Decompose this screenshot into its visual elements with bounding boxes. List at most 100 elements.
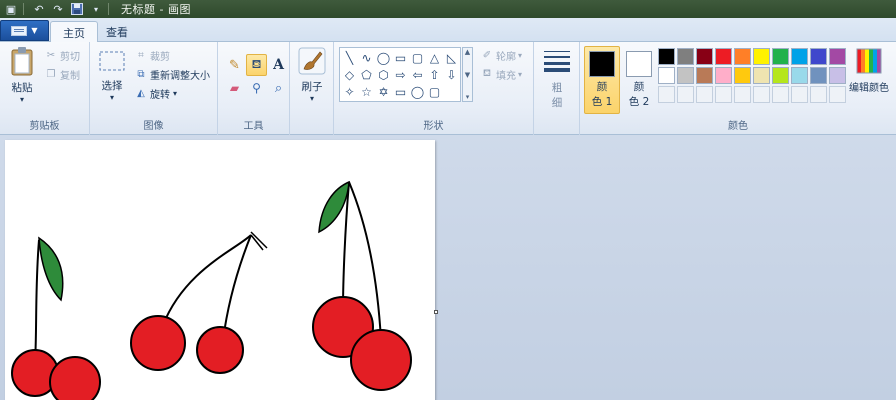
palette-swatch-rose[interactable] bbox=[715, 67, 732, 84]
tools-grid: ✎ ⛾ A ▰ ⚲ ⌕ bbox=[224, 54, 289, 99]
five-point-star-shape-icon[interactable]: ☆ bbox=[358, 83, 375, 100]
palette-swatch-custom[interactable] bbox=[753, 86, 770, 103]
save-icon[interactable] bbox=[69, 2, 85, 16]
chevron-up-icon[interactable]: ▲ bbox=[465, 48, 470, 56]
right-arrow-shape-icon[interactable]: ⇨ bbox=[392, 66, 409, 83]
group-brushes: 刷子 ▾ bbox=[290, 42, 334, 135]
line-thickness-icon bbox=[543, 48, 571, 72]
color2-button[interactable]: 颜 色 2 bbox=[621, 46, 657, 114]
color1-button[interactable]: 颜 色 1 bbox=[584, 46, 620, 114]
outline-button[interactable]: ✐ 轮廓 ▾ bbox=[480, 48, 522, 63]
palette-swatch-turquoise[interactable] bbox=[791, 48, 808, 65]
palette-swatch-blue-gray[interactable] bbox=[810, 67, 827, 84]
palette-swatch-indigo[interactable] bbox=[810, 48, 827, 65]
cherry-pair-right bbox=[312, 180, 412, 391]
palette-swatch-white[interactable] bbox=[658, 67, 675, 84]
palette-swatch-dark-red[interactable] bbox=[696, 48, 713, 65]
separator bbox=[108, 3, 109, 15]
pencil-icon[interactable]: ✎ bbox=[224, 54, 245, 76]
four-point-star-shape-icon[interactable]: ✧ bbox=[341, 83, 358, 100]
palette-swatch-red[interactable] bbox=[715, 48, 732, 65]
palette-swatch-custom[interactable] bbox=[829, 86, 846, 103]
copy-button[interactable]: ❐ 复制 bbox=[44, 67, 80, 82]
separator bbox=[23, 3, 24, 15]
crop-label: 裁剪 bbox=[150, 52, 170, 63]
paint-menu-button[interactable]: ▼ bbox=[0, 20, 49, 41]
palette-swatch-custom[interactable] bbox=[734, 86, 751, 103]
rectangle-shape-icon[interactable]: ▭ bbox=[392, 49, 409, 66]
palette-swatch-lavender[interactable] bbox=[829, 67, 846, 84]
diamond-shape-icon[interactable]: ◇ bbox=[341, 66, 358, 83]
palette-swatch-lime[interactable] bbox=[772, 67, 789, 84]
redo-icon[interactable]: ↷ bbox=[50, 2, 66, 16]
shapes-scrollbar[interactable]: ▲ ▼ ▾ bbox=[462, 47, 473, 102]
expand-gallery-icon[interactable]: ▾ bbox=[466, 93, 470, 101]
palette-swatch-custom[interactable] bbox=[810, 86, 827, 103]
curve-shape-icon[interactable]: ∿ bbox=[358, 49, 375, 66]
select-button[interactable]: 选择 ▾ bbox=[96, 50, 128, 102]
line-shape-icon[interactable]: ╲ bbox=[341, 49, 358, 66]
rounded-callout-shape-icon[interactable]: ▭ bbox=[392, 83, 409, 100]
up-arrow-shape-icon[interactable]: ⇧ bbox=[426, 66, 443, 83]
paste-button[interactable]: 粘贴 ▾ bbox=[6, 46, 38, 104]
resize-button[interactable]: ⧉ 重新调整大小 bbox=[134, 67, 210, 82]
palette-swatch-orange[interactable] bbox=[734, 48, 751, 65]
palette-swatch-gray[interactable] bbox=[677, 48, 694, 65]
menu-icon bbox=[11, 25, 28, 36]
rounded-rectangle-shape-icon[interactable]: ▢ bbox=[409, 49, 426, 66]
pentagon-shape-icon[interactable]: ⬠ bbox=[358, 66, 375, 83]
crop-button[interactable]: ⌗ 裁剪 bbox=[134, 48, 170, 63]
eraser-icon[interactable]: ▰ bbox=[224, 77, 245, 99]
oval-shape-icon[interactable]: ◯ bbox=[375, 49, 392, 66]
copy-icon: ❐ bbox=[46, 69, 56, 80]
crop-icon: ⌗ bbox=[138, 50, 144, 61]
palette-swatch-custom[interactable] bbox=[696, 86, 713, 103]
palette-swatch-light-yellow[interactable] bbox=[753, 67, 770, 84]
palette-swatch-custom[interactable] bbox=[791, 86, 808, 103]
triangle-shape-icon[interactable]: △ bbox=[426, 49, 443, 66]
text-icon[interactable]: A bbox=[268, 54, 289, 76]
palette-swatch-light-turquoise[interactable] bbox=[791, 67, 808, 84]
palette-swatch-green[interactable] bbox=[772, 48, 789, 65]
tab-label: 查看 bbox=[106, 25, 128, 39]
canvas-resize-handle[interactable] bbox=[434, 310, 438, 314]
tab-home[interactable]: 主页 bbox=[50, 21, 98, 43]
palette-swatch-gold[interactable] bbox=[734, 67, 751, 84]
palette-swatch-custom[interactable] bbox=[715, 86, 732, 103]
down-arrow-shape-icon[interactable]: ⇩ bbox=[443, 66, 460, 83]
oval-callout-shape-icon[interactable]: ◯ bbox=[409, 83, 426, 100]
palette-swatch-custom[interactable] bbox=[677, 86, 694, 103]
cloud-callout-shape-icon[interactable]: ▢ bbox=[426, 83, 443, 100]
drawing-canvas[interactable] bbox=[5, 140, 435, 400]
fill-icon[interactable]: ⛾ bbox=[246, 54, 267, 76]
size-label-line1: 粗 bbox=[551, 82, 563, 94]
hexagon-shape-icon[interactable]: ⬡ bbox=[375, 66, 392, 83]
palette-swatch-purple[interactable] bbox=[829, 48, 846, 65]
tab-label: 主页 bbox=[63, 26, 85, 40]
color-picker-icon[interactable]: ⚲ bbox=[246, 77, 267, 99]
palette-swatch-black[interactable] bbox=[658, 48, 675, 65]
selection-icon bbox=[98, 50, 126, 72]
palette-swatch-brown[interactable] bbox=[696, 67, 713, 84]
palette-swatch-custom[interactable] bbox=[772, 86, 789, 103]
chevron-down-icon: ▾ bbox=[109, 93, 114, 102]
dropdown-icon[interactable]: ▾ bbox=[88, 2, 104, 16]
undo-icon[interactable]: ↶ bbox=[31, 2, 47, 16]
left-arrow-shape-icon[interactable]: ⇦ bbox=[409, 66, 426, 83]
palette-swatch-light-gray[interactable] bbox=[677, 67, 694, 84]
palette-swatch-yellow[interactable] bbox=[753, 48, 770, 65]
tab-view[interactable]: 查看 bbox=[94, 21, 140, 42]
chevron-down-icon[interactable]: ▼ bbox=[465, 71, 470, 79]
size-button[interactable]: 粗 细 bbox=[540, 48, 574, 110]
palette-swatch-custom[interactable] bbox=[658, 86, 675, 103]
paint-app-icon[interactable]: ▣ bbox=[3, 2, 19, 16]
right-triangle-shape-icon[interactable]: ◺ bbox=[443, 49, 460, 66]
fill-shape-button[interactable]: ⛾ 填充 ▾ bbox=[480, 67, 522, 82]
magnifier-icon[interactable]: ⌕ bbox=[268, 77, 289, 99]
chevron-down-icon: ▾ bbox=[173, 89, 178, 98]
brushes-button[interactable]: 刷子 ▾ bbox=[295, 47, 329, 103]
edit-colors-button[interactable]: 编辑颜色 bbox=[846, 48, 892, 94]
cut-button[interactable]: ✂ 剪切 bbox=[44, 48, 80, 63]
rotate-button[interactable]: ◭ 旋转 ▾ bbox=[134, 86, 177, 101]
six-point-star-shape-icon[interactable]: ✡ bbox=[375, 83, 392, 100]
